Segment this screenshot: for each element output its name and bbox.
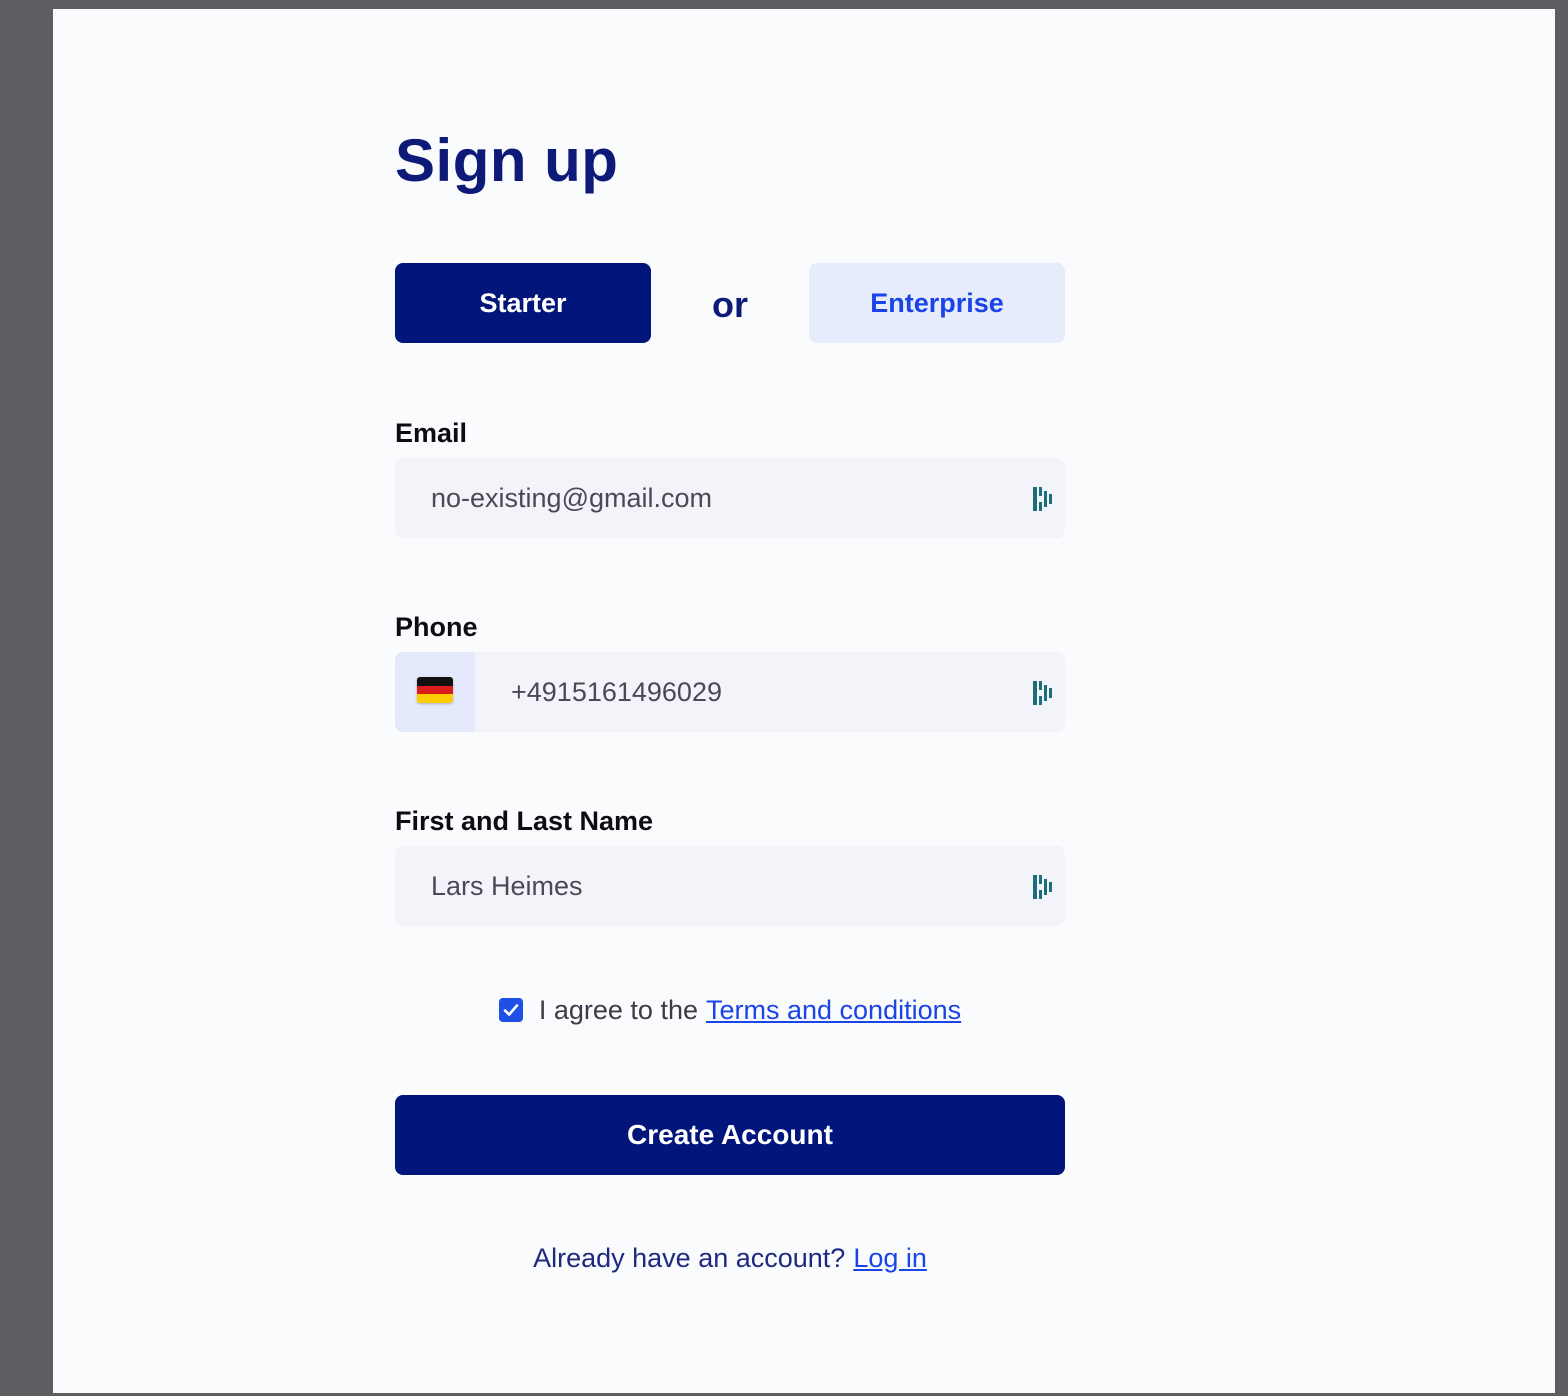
login-link[interactable]: Log in bbox=[853, 1243, 927, 1273]
country-selector[interactable] bbox=[395, 652, 475, 732]
page-title: Sign up bbox=[395, 127, 619, 194]
phone-label: Phone bbox=[395, 612, 478, 642]
password-manager-icon[interactable] bbox=[1031, 485, 1055, 513]
germany-flag-icon bbox=[417, 677, 453, 703]
starter-plan-button[interactable]: Starter bbox=[395, 263, 651, 343]
login-prompt-text: Already have an account? bbox=[533, 1243, 846, 1273]
name-field bbox=[395, 846, 1065, 926]
page-frame: Sign up Starter or Enterprise Email Phon… bbox=[53, 9, 1555, 1393]
terms-text: I agree to the bbox=[538, 995, 698, 1025]
create-account-button[interactable]: Create Account bbox=[395, 1095, 1065, 1175]
login-prompt: Already have an account? Log in bbox=[395, 1241, 1065, 1275]
or-separator: or bbox=[712, 284, 748, 325]
phone-field bbox=[395, 652, 1065, 732]
enterprise-plan-button[interactable]: Enterprise bbox=[809, 263, 1065, 343]
terms-row: I agree to the Terms and conditions bbox=[395, 993, 1065, 1027]
email-field bbox=[395, 458, 1065, 538]
name-label: First and Last Name bbox=[395, 806, 654, 836]
password-manager-icon[interactable] bbox=[1031, 873, 1055, 901]
email-label: Email bbox=[395, 418, 468, 448]
plan-selector: Starter or Enterprise bbox=[395, 263, 1065, 343]
name-input[interactable] bbox=[395, 846, 1065, 926]
checkmark-icon bbox=[503, 1004, 519, 1016]
terms-link[interactable]: Terms and conditions bbox=[706, 993, 961, 1027]
email-input[interactable] bbox=[395, 458, 1065, 538]
terms-checkbox[interactable] bbox=[498, 998, 523, 1022]
phone-input[interactable] bbox=[475, 652, 1065, 732]
password-manager-icon[interactable] bbox=[1031, 679, 1055, 707]
